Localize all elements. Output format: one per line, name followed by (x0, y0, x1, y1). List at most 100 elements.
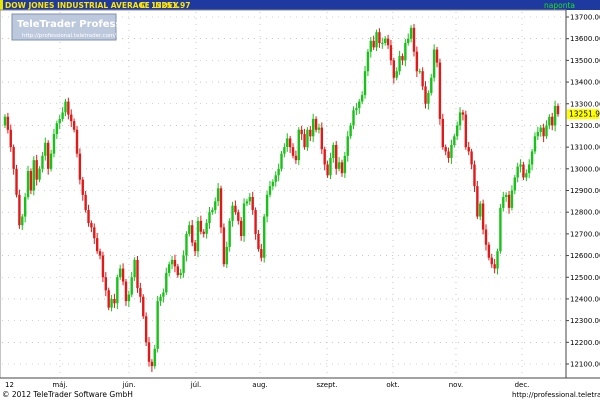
candle-down (291, 147, 295, 156)
candle-up (58, 118, 61, 124)
candle-down (237, 212, 240, 221)
candle-up (110, 298, 113, 308)
candle-up (432, 49, 436, 78)
x-tick-label: 12 (5, 381, 14, 389)
candle-up (286, 138, 289, 148)
candle-down (84, 194, 87, 211)
candle-up (409, 27, 413, 39)
candle-up (41, 155, 44, 169)
candle-down (288, 138, 292, 148)
candle-down (294, 155, 298, 161)
candle-down (314, 118, 318, 130)
candle-up (127, 294, 131, 302)
candle-down (470, 151, 473, 165)
candle-down (300, 129, 303, 135)
candle-down (254, 210, 257, 234)
x-tick-label: okt. (386, 381, 399, 389)
candle-down (386, 38, 390, 46)
candle-down (493, 264, 496, 269)
candle-up (245, 201, 249, 204)
candle-up (363, 71, 367, 96)
last-close-label: C: 13251.97 (140, 1, 191, 10)
footer-url[interactable]: http://professional.teletrader.com (512, 391, 600, 399)
candle-down (487, 244, 491, 258)
candle-down (326, 164, 329, 176)
candle-up (533, 136, 537, 152)
x-tick-label: júl. (190, 381, 202, 389)
watermark-brand: TeleTrader Professional (17, 19, 149, 30)
candle-down (150, 361, 154, 367)
candle-down (35, 160, 38, 180)
candle-up (64, 101, 67, 113)
candle-up (381, 43, 384, 45)
candle-up (228, 220, 231, 247)
candle-up (116, 277, 119, 304)
candle-up (3, 116, 7, 126)
candle-down (435, 49, 439, 63)
y-tick-label: 12300.00 (570, 317, 600, 325)
candle-up (205, 223, 208, 234)
candle-up (44, 142, 47, 156)
x-tick-label: aug. (252, 381, 267, 389)
candle-up (525, 173, 528, 178)
candle-up (404, 43, 407, 61)
candle-up (427, 92, 430, 104)
chart-window: DOW JONES INDUSTRIAL AVERAGE INDEX C: 13… (0, 0, 600, 400)
candle-down (104, 277, 108, 291)
candle-up (375, 32, 378, 48)
x-tick-label: máj. (52, 381, 67, 389)
candle-up (453, 136, 456, 145)
candle-up (49, 153, 53, 169)
candle-up (383, 38, 387, 44)
candle-down (144, 316, 148, 343)
candle-down (412, 27, 416, 52)
candle-up (430, 77, 433, 93)
candle-down (136, 259, 139, 289)
candle-up (513, 177, 516, 191)
candle-down (18, 194, 21, 226)
candle-down (415, 51, 419, 72)
candle-up (306, 129, 309, 148)
candle-down (323, 149, 326, 165)
y-tick-label: 12200.00 (570, 339, 600, 347)
candle-down (193, 242, 197, 252)
candle-down (309, 129, 312, 137)
candle-up (355, 108, 358, 111)
y-tick-label: 13200.00 (570, 122, 600, 130)
x-tick-label: jún. (121, 381, 135, 389)
candle-down (124, 281, 128, 302)
candle-down (542, 127, 545, 137)
candle-up (297, 129, 300, 161)
candle-up (153, 348, 156, 367)
candle-up (337, 162, 341, 169)
candle-down (219, 188, 223, 228)
candle-down (303, 134, 306, 148)
candle-down (441, 118, 444, 148)
candle-up (268, 186, 272, 195)
candle-up (167, 264, 171, 273)
candle-down (378, 32, 381, 44)
candle-down (260, 249, 263, 258)
candle-up (130, 277, 133, 295)
candle-up (366, 51, 370, 72)
header-marker (0, 0, 3, 10)
last-price-tag: 13251.97 (567, 109, 600, 120)
candle-down (467, 147, 470, 152)
candle-down (340, 162, 344, 174)
candle-up (398, 56, 401, 72)
candle-up (496, 251, 499, 269)
candle-up (519, 164, 522, 167)
candle-down (98, 251, 102, 256)
candle-down (556, 105, 560, 115)
candle-down (47, 142, 50, 169)
y-tick-label: 12500.00 (570, 274, 600, 282)
candle-up (360, 95, 364, 102)
candle-down (191, 225, 194, 243)
candle-up (527, 164, 531, 174)
candle-down (461, 112, 465, 115)
candle-down (75, 129, 79, 154)
candle-down (401, 56, 404, 61)
candle-up (545, 125, 548, 137)
candle-up (369, 40, 372, 52)
candle-up (274, 175, 277, 182)
